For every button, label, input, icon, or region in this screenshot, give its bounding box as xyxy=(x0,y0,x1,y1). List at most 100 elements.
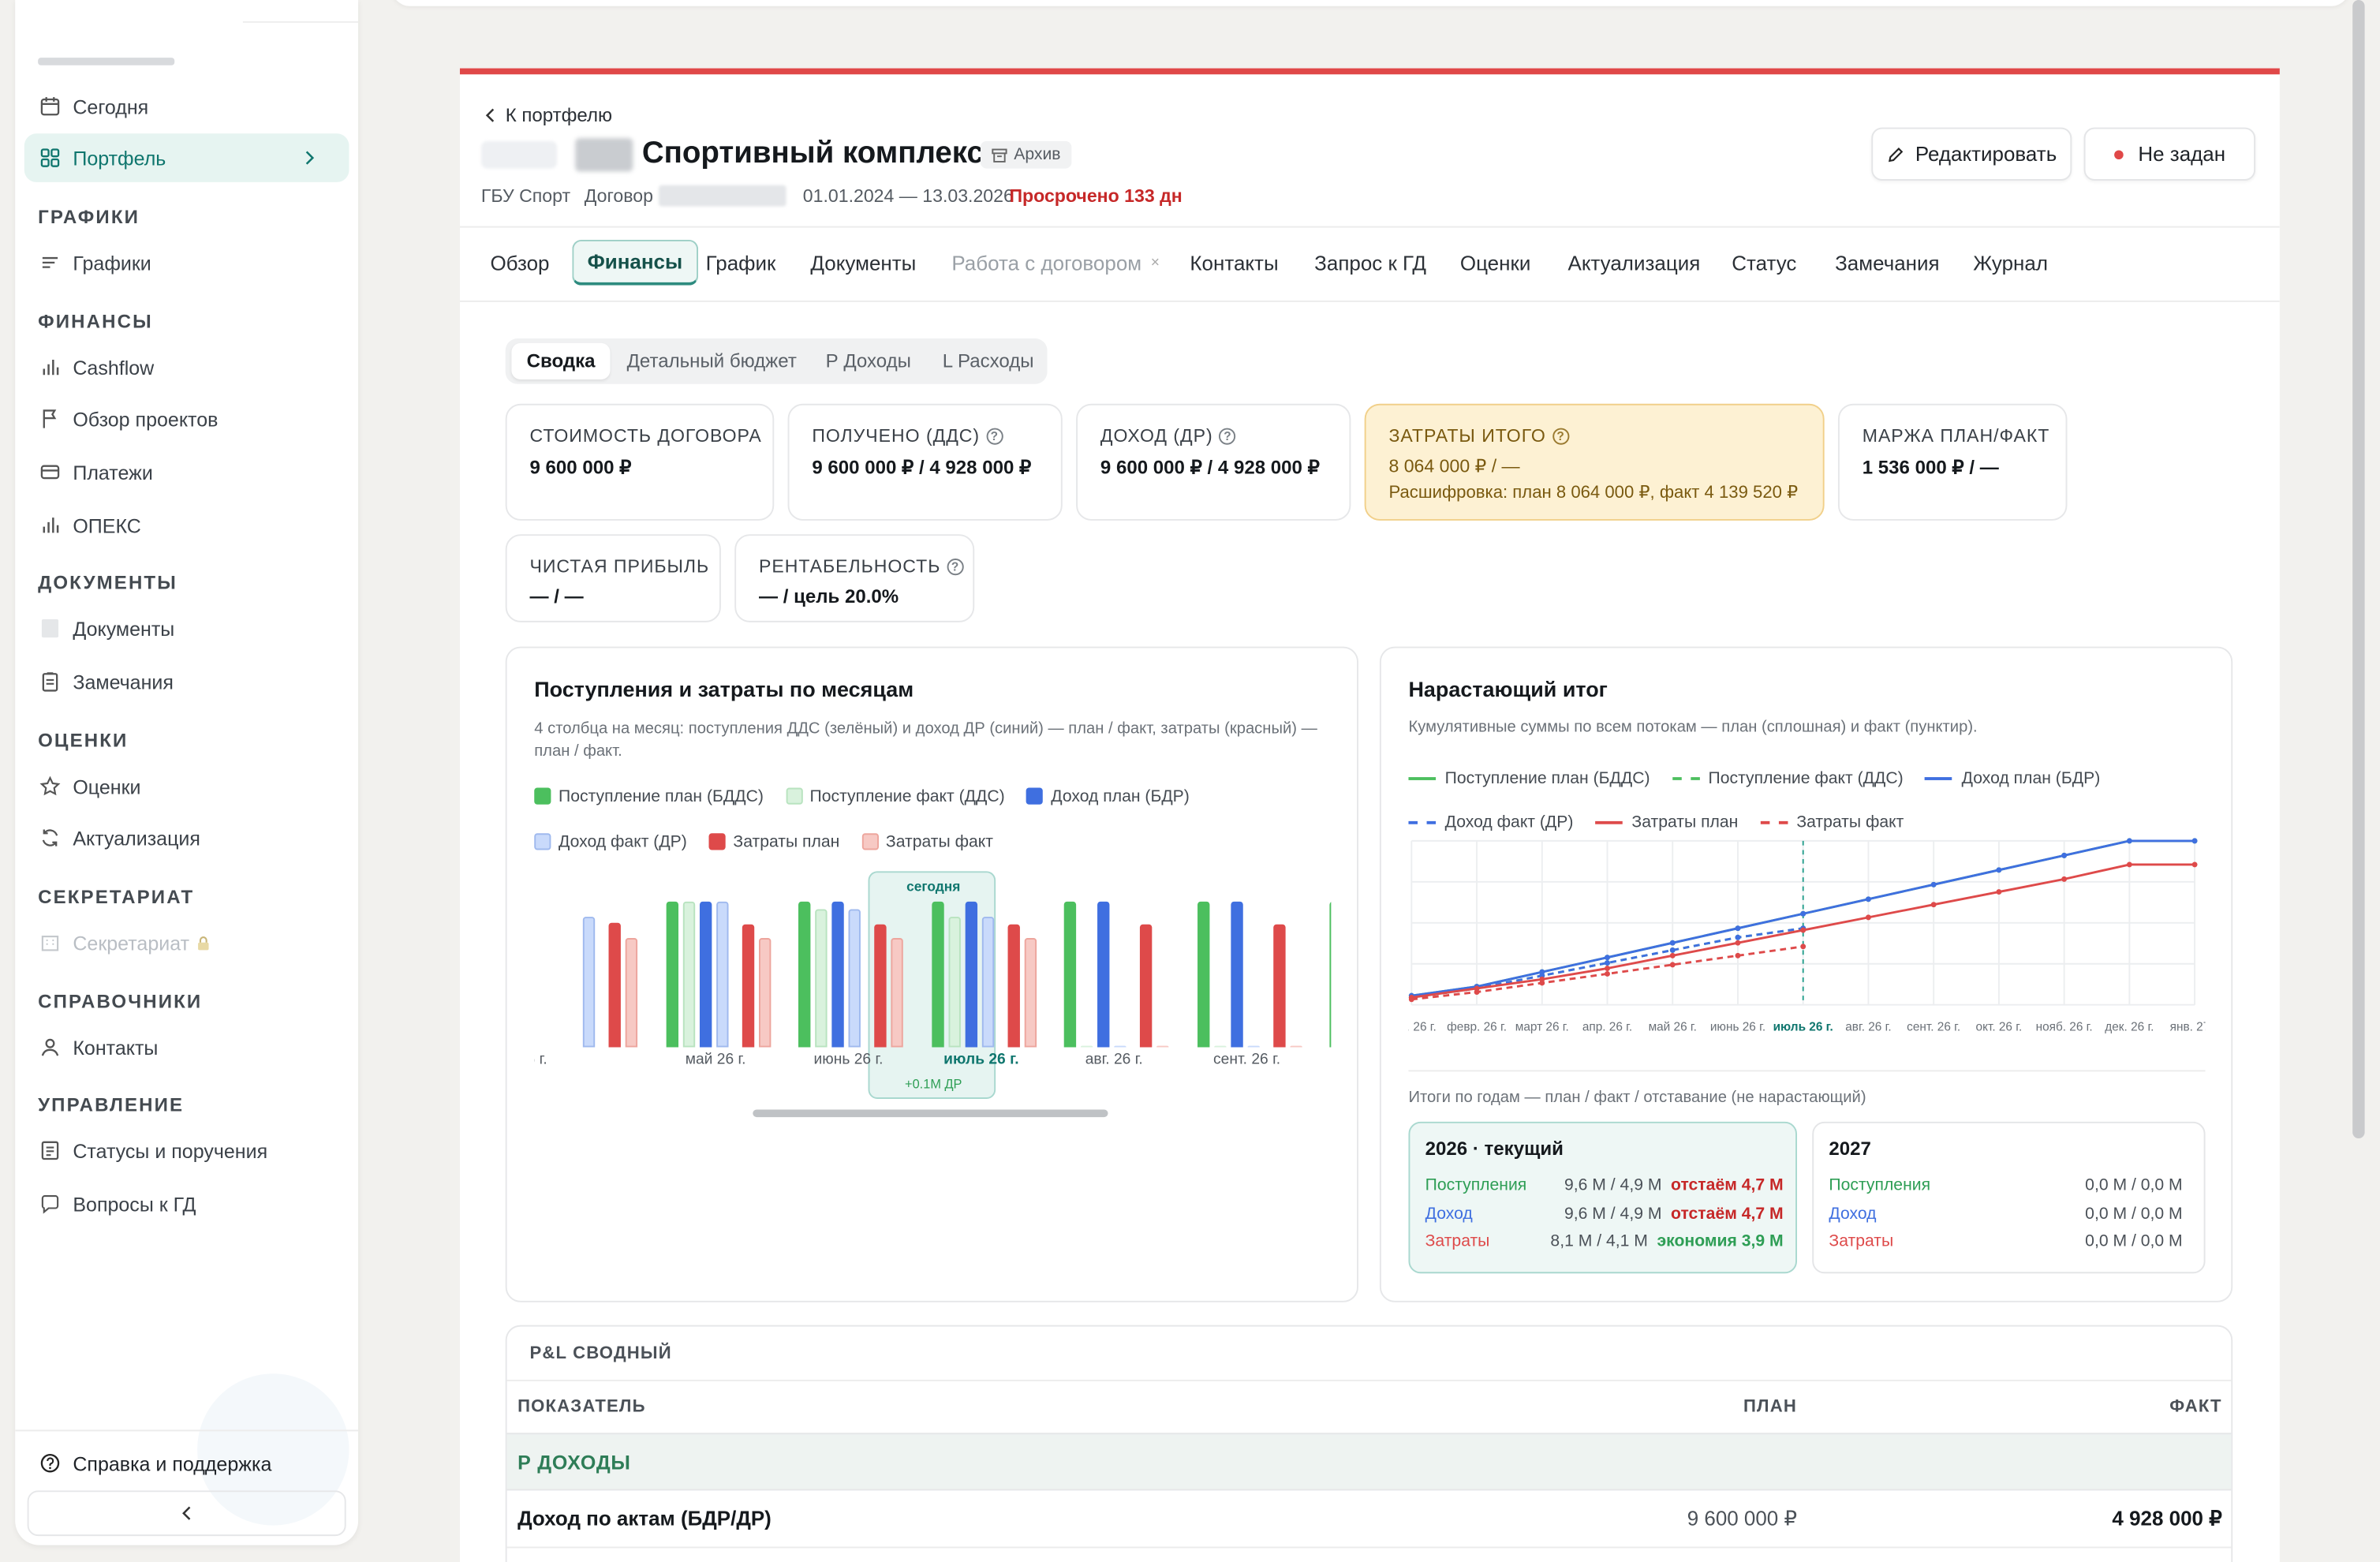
sidebar-item-contacts[interactable]: Контакты xyxy=(24,1023,349,1072)
bar[interactable] xyxy=(1213,1044,1226,1048)
tab-ratings[interactable]: Оценки xyxy=(1460,240,1530,286)
bar[interactable] xyxy=(1007,925,1019,1048)
bar[interactable] xyxy=(1080,1044,1093,1048)
tab-status[interactable]: Статус xyxy=(1732,240,1796,286)
bar[interactable] xyxy=(1063,901,1077,1048)
data-point[interactable] xyxy=(1996,867,2002,873)
data-point[interactable] xyxy=(2061,876,2068,882)
tab-contacts[interactable]: Контакты xyxy=(1190,240,1278,286)
bar[interactable] xyxy=(741,925,754,1048)
edit-button[interactable]: Редактировать xyxy=(1871,127,2072,181)
tab-contract-work[interactable]: Работа с договором × xyxy=(951,240,1160,286)
sidebar-item-charts[interactable]: Графики xyxy=(24,238,349,287)
info-icon[interactable]: ? xyxy=(1219,427,1236,444)
sidebar-item-projects-overview[interactable]: Обзор проектов xyxy=(24,394,349,443)
status-button[interactable]: Не задан xyxy=(2083,127,2256,181)
close-icon[interactable]: × xyxy=(1151,254,1160,271)
bar[interactable] xyxy=(831,901,844,1048)
bar[interactable] xyxy=(798,901,811,1048)
sidebar-item-cashflow[interactable]: Cashflow xyxy=(24,343,349,392)
data-point[interactable] xyxy=(1735,925,1741,932)
sidebar-item-remarks[interactable]: Замечания xyxy=(24,657,349,706)
info-icon[interactable]: ? xyxy=(1552,427,1569,444)
bar[interactable] xyxy=(715,901,728,1048)
back-link[interactable]: К портфелю xyxy=(484,105,612,126)
sidebar-item-ratings[interactable]: Оценки xyxy=(24,762,349,811)
bar[interactable] xyxy=(1097,901,1110,1048)
tab-documents[interactable]: Документы xyxy=(810,240,916,286)
bar[interactable] xyxy=(1329,901,1332,1048)
help-link[interactable]: Справка и поддержка xyxy=(24,1439,349,1488)
bar[interactable] xyxy=(931,901,943,1048)
subtab-summary[interactable]: Сводка xyxy=(511,342,611,379)
bar[interactable] xyxy=(891,938,903,1048)
bar[interactable] xyxy=(1272,925,1285,1048)
bar[interactable] xyxy=(947,916,960,1048)
data-point[interactable] xyxy=(1735,952,1741,958)
data-point[interactable] xyxy=(1865,914,1871,921)
data-point[interactable] xyxy=(1669,962,1676,968)
sidebar-item-secretariat[interactable]: Секретариат xyxy=(24,918,349,967)
subtab-expenses[interactable]: L Расходы xyxy=(928,343,1049,379)
data-point[interactable] xyxy=(1669,952,1676,958)
data-point[interactable] xyxy=(1865,896,1871,902)
data-point[interactable] xyxy=(1800,910,1806,917)
data-point[interactable] xyxy=(1539,980,1545,986)
sidebar-item-documents[interactable]: Документы xyxy=(24,604,349,653)
tab-schedule[interactable]: График xyxy=(706,240,776,286)
bar[interactable] xyxy=(874,925,887,1048)
data-point[interactable] xyxy=(1408,996,1414,1003)
sidebar-item-questions[interactable]: Вопросы к ГД xyxy=(24,1179,349,1228)
table-row[interactable]: Доход по актам (БДР/ДР) 9 600 000 ₽ 4 92… xyxy=(506,1490,2232,1549)
data-point[interactable] xyxy=(2191,838,2198,844)
data-point[interactable] xyxy=(1800,927,1806,933)
sidebar-item-portfolio[interactable]: Портфель xyxy=(24,133,349,182)
data-point[interactable] xyxy=(1605,960,1610,966)
bar[interactable] xyxy=(1246,1044,1259,1048)
data-point[interactable] xyxy=(1996,889,2002,895)
bar[interactable] xyxy=(608,923,621,1048)
data-point[interactable] xyxy=(1474,989,1480,995)
bar[interactable] xyxy=(682,901,695,1048)
data-point[interactable] xyxy=(1669,940,1676,946)
tab-gd-request[interactable]: Запрос к ГД xyxy=(1314,240,1426,286)
tab-journal[interactable]: Журнал xyxy=(1973,240,2048,286)
data-point[interactable] xyxy=(2126,861,2132,868)
bar[interactable] xyxy=(848,909,861,1048)
bar[interactable] xyxy=(964,901,977,1048)
sidebar-item-actualization[interactable]: Актуализация xyxy=(24,813,349,862)
subtab-detailed-budget[interactable]: Детальный бюджет xyxy=(611,343,812,379)
data-point[interactable] xyxy=(2191,861,2198,868)
tab-actualization[interactable]: Актуализация xyxy=(1567,240,1700,286)
sidebar-item-payments[interactable]: Платежи xyxy=(24,448,349,497)
bar[interactable] xyxy=(1230,901,1242,1048)
bar[interactable] xyxy=(1197,901,1209,1048)
tab-overview[interactable]: Обзор xyxy=(490,240,549,286)
bar[interactable] xyxy=(1023,938,1037,1048)
bar[interactable] xyxy=(815,909,828,1048)
data-point[interactable] xyxy=(1930,881,1937,888)
page-scrollbar[interactable] xyxy=(2352,0,2365,1138)
bar[interactable] xyxy=(758,938,771,1048)
data-point[interactable] xyxy=(2126,838,2132,844)
data-point[interactable] xyxy=(1735,934,1741,940)
data-point[interactable] xyxy=(1605,955,1610,961)
data-point[interactable] xyxy=(1605,966,1610,971)
tab-remarks[interactable]: Замечания xyxy=(1835,240,1939,286)
bar[interactable] xyxy=(699,901,712,1048)
bar[interactable] xyxy=(1156,1044,1169,1048)
data-point[interactable] xyxy=(1930,902,1937,908)
data-point[interactable] xyxy=(1669,947,1676,953)
chart-scrollbar[interactable] xyxy=(753,1109,1108,1118)
data-point[interactable] xyxy=(1800,944,1806,950)
bar[interactable] xyxy=(665,901,678,1048)
sidebar-item-statuses[interactable]: Статусы и поручения xyxy=(24,1127,349,1175)
data-point[interactable] xyxy=(1735,940,1741,946)
info-icon[interactable]: ? xyxy=(985,427,1003,444)
sidebar-item-today[interactable]: Сегодня xyxy=(24,82,349,131)
data-point[interactable] xyxy=(2061,852,2068,858)
bar[interactable] xyxy=(981,916,994,1048)
bar[interactable] xyxy=(1139,925,1153,1048)
bar[interactable] xyxy=(1114,1044,1126,1048)
bar[interactable] xyxy=(1289,1044,1302,1048)
